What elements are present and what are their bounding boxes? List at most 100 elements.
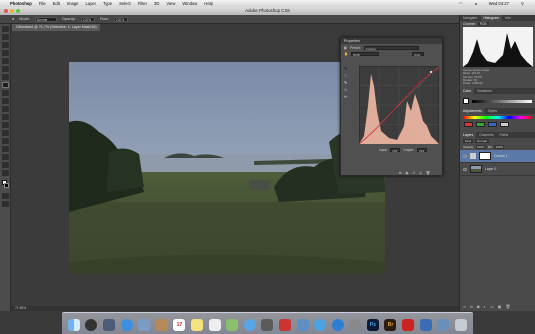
curves-graph[interactable] [359,66,439,144]
swatch[interactable] [488,122,498,128]
photo-booth-icon[interactable] [278,319,291,331]
messages-icon[interactable] [243,319,256,331]
eye-icon[interactable] [463,154,467,158]
auto-button[interactable]: Auto [412,52,425,57]
fg-color-chip[interactable] [463,98,469,105]
fx-icon[interactable]: fx [470,304,473,309]
opacity-field[interactable]: 100% [80,16,95,22]
reset-icon[interactable]: ↺ [412,171,415,175]
facetime-icon[interactable] [261,319,274,331]
clone-stamp-tool-icon[interactable] [1,90,9,96]
volume-icon[interactable]: ◂ [475,1,477,6]
histogram-channel-dropdown[interactable]: RGB [477,22,489,26]
app-store-icon[interactable] [331,319,344,331]
quick-select-tool-icon[interactable] [1,50,9,56]
iphoto-icon[interactable] [296,319,309,331]
menu-type[interactable]: Type [103,1,112,6]
layers-blend-dropdown[interactable]: Normal [475,139,489,144]
mail-icon[interactable] [138,319,151,331]
hand-tool-icon[interactable] [1,162,9,168]
layer-row-background[interactable]: Layer 0 [460,163,535,177]
crop-tool-icon[interactable] [1,58,9,64]
lasso-tool-icon[interactable] [1,42,9,48]
menu-select[interactable]: Select [119,1,131,6]
mission-control-icon[interactable] [102,319,115,331]
zoom-level[interactable]: 71.66% [15,306,26,310]
view-previous-icon[interactable]: ◉ [405,171,408,175]
delete-icon[interactable]: 🗑 [426,171,430,175]
channel-dropdown[interactable]: RGB [351,52,380,57]
layer-row-curves[interactable]: Curves 1 [460,150,535,164]
clock[interactable]: Wed 04:27 [489,1,509,6]
flow-field[interactable]: 100% [113,16,128,22]
menu-view[interactable]: View [166,1,175,6]
itunes-icon[interactable] [314,319,327,331]
menu-3d[interactable]: 3D [154,1,159,6]
output-field[interactable]: 219 [417,148,428,153]
delete-layer-icon[interactable]: 🗑 [505,304,510,309]
spectrum-bar[interactable] [463,116,532,120]
dashboard-icon[interactable] [85,319,98,331]
system-preferences-icon[interactable] [349,319,362,331]
tab-histogram[interactable]: Histogram [480,15,502,21]
document-tab[interactable]: Clifordland @ 71.7% (Selective. 1, Layer… [12,24,100,31]
menu-layer[interactable]: Layer [85,1,95,6]
safari-icon[interactable] [120,319,133,331]
brush-tool-icon[interactable] [1,82,9,88]
minimize-icon[interactable] [10,9,14,13]
menu-file[interactable]: File [39,1,46,6]
tab-styles[interactable]: Styles [485,108,500,114]
notes-icon[interactable] [190,319,203,331]
type-tool-icon[interactable] [1,138,9,144]
background-color-swatch[interactable] [4,183,9,188]
menu-help[interactable]: Help [204,1,213,6]
mode-dropdown[interactable]: Normal [34,16,57,22]
finder-icon[interactable] [67,319,80,331]
quick-mask-icon[interactable] [1,193,9,199]
screen-mode-icon[interactable] [1,201,9,207]
eyedropper-tool-icon[interactable] [1,66,9,72]
black-point-eyedropper-icon[interactable]: ✎ [344,66,350,71]
pen-tool-icon[interactable] [1,130,9,136]
contacts-icon[interactable] [155,319,168,331]
hand-adjust-icon[interactable]: ✋ [344,52,348,56]
zoom-icon[interactable] [16,9,20,13]
reminders-icon[interactable] [208,319,221,331]
acrobat-icon[interactable] [402,319,415,331]
gray-point-eyedropper-icon[interactable]: ✎ [344,73,350,78]
shape-tool-icon[interactable] [1,154,9,160]
add-mask-icon[interactable]: ◙ [477,304,479,309]
properties-panel[interactable]: Properties ◧ Preset: Custom ✋ RGB Auto ✎… [340,37,443,176]
input-field[interactable]: 232 [390,148,401,153]
tab-channels[interactable]: Channels [476,132,496,138]
tab-info[interactable]: Info [502,15,514,21]
swatch[interactable] [464,122,473,128]
menu-image[interactable]: Image [67,1,79,6]
eraser-tool-icon[interactable] [1,106,9,112]
layers-kind-dropdown[interactable]: Kind [463,139,474,144]
downloads-icon[interactable] [437,319,450,331]
path-select-tool-icon[interactable] [1,146,9,152]
new-adjustment-icon[interactable]: ◐ [483,304,485,309]
tab-swatches[interactable]: Swatches [474,88,495,94]
trash-icon[interactable] [454,319,467,331]
finder-window-icon[interactable] [419,319,432,331]
eye-icon[interactable] [463,167,467,171]
new-layer-icon[interactable]: ▣ [498,304,502,309]
curve-point-tool-icon[interactable]: ∿ [344,87,350,92]
layer-mask-thumbnail[interactable] [479,152,491,161]
calendar-icon[interactable]: 17 [173,319,186,331]
zoom-tool-icon[interactable] [1,170,9,176]
preset-dropdown[interactable]: Custom [363,46,419,51]
properties-header[interactable]: Properties [341,38,442,44]
photoshop-icon[interactable]: Ps [366,319,379,331]
color-slider[interactable] [472,99,532,103]
dodge-tool-icon[interactable] [1,122,9,128]
menu-filter[interactable]: Filter [138,1,147,6]
tab-paths[interactable]: Paths [497,132,512,138]
close-icon[interactable] [4,9,8,13]
swatch[interactable] [500,122,510,128]
clip-to-layer-icon[interactable]: ⧉ [399,171,401,175]
tab-adjustments[interactable]: Adjustments [460,108,485,115]
document-image[interactable] [69,62,385,274]
